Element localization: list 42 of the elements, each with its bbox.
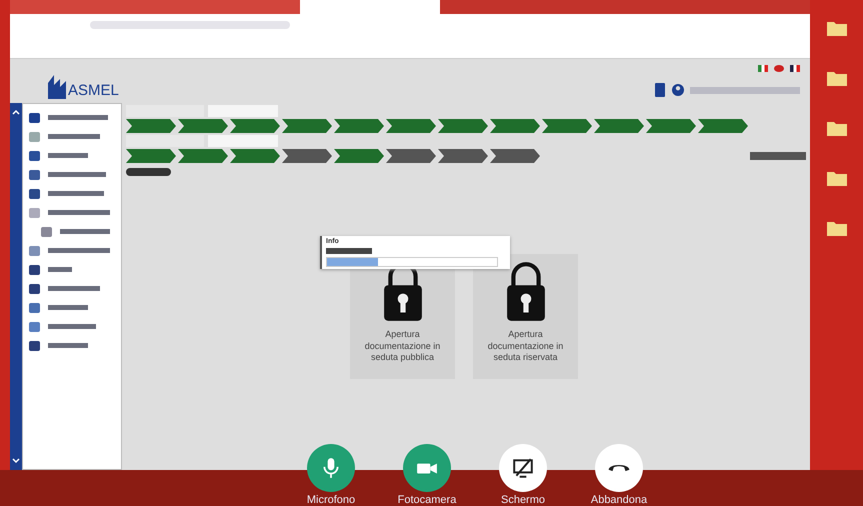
chevron-up-icon[interactable] (12, 109, 20, 115)
operations-menu[interactable] (126, 168, 171, 176)
folder-icon[interactable] (826, 120, 846, 136)
call-control-label: Abbandona (590, 494, 648, 506)
bookmark-icon[interactable] (654, 83, 666, 98)
step-chevron[interactable] (178, 149, 228, 163)
step-chevron[interactable] (282, 149, 332, 163)
screen-share-off-icon (512, 457, 534, 479)
step-chevron[interactable] (698, 119, 748, 133)
padlock-icon (504, 262, 546, 321)
step-chevron[interactable] (334, 119, 384, 133)
step-chevron[interactable] (594, 119, 644, 133)
step-chevron[interactable] (438, 119, 488, 133)
folder-icon[interactable] (826, 220, 846, 236)
call-control-label: Schermo (500, 494, 546, 506)
step-chevron[interactable] (542, 119, 592, 133)
logo-text: ASMEL (68, 82, 119, 99)
call-control-label: Fotocamera (398, 494, 456, 506)
step-chevron[interactable] (334, 149, 384, 163)
step-chevron[interactable] (230, 119, 280, 133)
call-control-label: Microfono (306, 494, 356, 506)
chevron-down-icon[interactable] (12, 458, 20, 464)
action-card[interactable]: Apertura documentazione in seduta riservata (473, 254, 578, 379)
select-field[interactable] (326, 257, 498, 267)
folder-icon[interactable] (826, 170, 846, 186)
logo-icon (48, 75, 66, 99)
step-chevron[interactable] (386, 149, 436, 163)
step-chevron[interactable] (126, 119, 176, 133)
step-chevron[interactable] (438, 149, 488, 163)
step-chevron[interactable] (490, 149, 540, 163)
folder-icon[interactable] (826, 70, 846, 86)
hang-up-icon (608, 464, 630, 472)
step-chevron[interactable] (126, 149, 176, 163)
step-chevron[interactable] (178, 119, 228, 133)
folder-icon[interactable] (826, 20, 846, 36)
step-chevron[interactable] (646, 119, 696, 133)
step-chevron[interactable] (386, 119, 436, 133)
user-icon[interactable] (672, 83, 684, 98)
step-chevron[interactable] (490, 119, 540, 133)
step-chevron[interactable] (230, 149, 280, 163)
flag-icons[interactable] (758, 64, 800, 72)
step-chevron[interactable] (282, 119, 332, 133)
